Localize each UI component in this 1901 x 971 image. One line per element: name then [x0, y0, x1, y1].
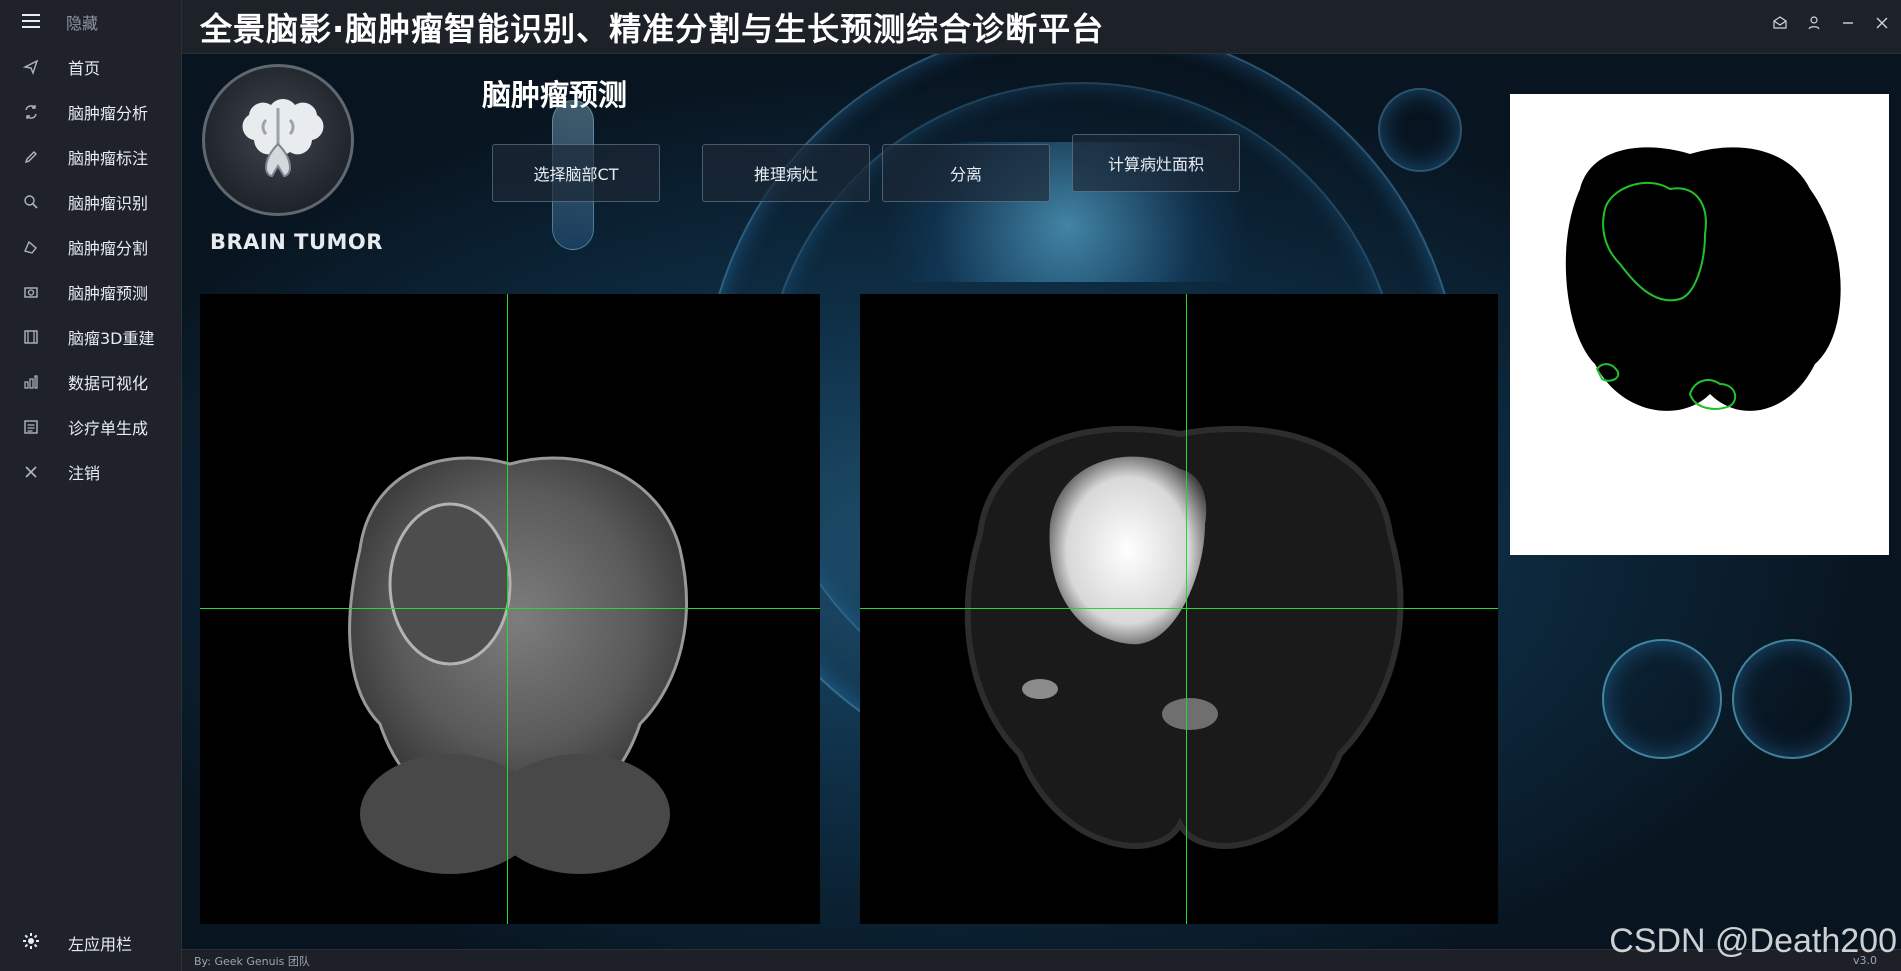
sidebar-item-home[interactable]: 首页 [0, 44, 181, 89]
decorative-ring [1378, 88, 1462, 172]
sidebar-item-label: 首页 [68, 58, 101, 78]
segmentation-preview [1510, 94, 1889, 555]
sidebar-item-3d-reconstruction[interactable]: 脑瘤3D重建 [0, 314, 181, 359]
crosshair-horizontal [860, 608, 1498, 609]
bar-chart-icon [22, 373, 40, 391]
gear-icon [22, 932, 40, 954]
prediction-image [964, 425, 1404, 849]
calculate-area-button[interactable]: 计算病灶面积 [1072, 134, 1240, 192]
watermark-text: CSDN @Death200 [1609, 922, 1897, 960]
sidebar-item-label: 脑肿瘤分割 [68, 238, 149, 258]
crosshair-vertical [507, 294, 508, 924]
credit-text: By: Geek Genuis 团队 [194, 954, 310, 968]
crosshair-horizontal [200, 608, 820, 609]
sidebar-item-label: 脑肿瘤识别 [68, 193, 149, 213]
minimize-icon[interactable] [1839, 14, 1857, 32]
sidebar-item-label: 脑瘤3D重建 [68, 328, 155, 348]
mri-viewer-left[interactable] [200, 294, 820, 924]
sidebar-item-label: 数据可视化 [68, 373, 149, 393]
segmentation-mask-image [1565, 147, 1841, 411]
refresh-icon [22, 103, 40, 121]
app-title: 全景脑影·脑肿瘤智能识别、精准分割与生长预测综合诊断平台 [200, 9, 1105, 48]
sidebar-item-annotation[interactable]: 脑肿瘤标注 [0, 134, 181, 179]
sidebar-item-label: 脑肿瘤分析 [68, 103, 149, 123]
close-icon [22, 463, 40, 481]
title-bar: 全景脑影·脑肿瘤智能识别、精准分割与生长预测综合诊断平台 [182, 0, 1901, 54]
sidebar-toggle-label: 隐藏 [66, 14, 99, 33]
logo-text: BRAIN TUMOR [210, 230, 383, 254]
send-icon [22, 58, 40, 76]
sidebar-item-report[interactable]: 诊疗单生成 [0, 404, 181, 449]
sidebar-item-recognition[interactable]: 脑肿瘤识别 [0, 179, 181, 224]
sidebar-item-label: 脑肿瘤标注 [68, 148, 149, 168]
sidebar-item-label: 脑肿瘤预测 [68, 283, 149, 303]
sidebar-item-logout[interactable]: 注销 [0, 449, 181, 494]
close-window-icon[interactable] [1873, 14, 1891, 32]
page-title: 脑肿瘤预测 [482, 78, 628, 112]
sidebar-item-prediction[interactable]: 脑肿瘤预测 [0, 269, 181, 314]
search-icon [22, 193, 40, 211]
sidebar-item-label: 诊疗单生成 [68, 418, 149, 438]
sidebar-item-segmentation[interactable]: 脑肿瘤分割 [0, 224, 181, 269]
prediction-viewer[interactable] [860, 294, 1498, 924]
decorative-ring [1602, 639, 1722, 759]
infer-lesion-button[interactable]: 推理病灶 [702, 144, 870, 202]
camera-icon [22, 283, 40, 301]
sidebar-item-visualization[interactable]: 数据可视化 [0, 359, 181, 404]
menu-icon [22, 13, 40, 32]
window-controls [1771, 14, 1891, 32]
app-logo [202, 64, 354, 216]
mri-scan-image [348, 456, 688, 874]
shape-icon [22, 238, 40, 256]
pencil-icon [22, 148, 40, 166]
sidebar: 隐藏 首页 脑肿瘤分析 脑肿瘤标注 脑肿瘤识别 脑肿瘤分割 脑肿瘤预测 脑瘤3D… [0, 0, 182, 971]
crosshair-vertical [1186, 294, 1187, 924]
select-ct-button[interactable]: 选择脑部CT [492, 144, 660, 202]
user-icon[interactable] [1805, 14, 1823, 32]
document-icon [22, 418, 40, 436]
brain-icon [242, 99, 324, 178]
sidebar-settings-label: 左应用栏 [68, 935, 133, 954]
decorative-ring [1732, 639, 1852, 759]
mail-icon[interactable] [1771, 14, 1789, 32]
main-panel: BRAIN TUMOR 脑肿瘤预测 选择脑部CT 推理病灶 分离 计算病灶面积 [182, 54, 1901, 949]
separate-button[interactable]: 分离 [882, 144, 1050, 202]
sidebar-toggle[interactable]: 隐藏 [0, 0, 181, 44]
sidebar-settings[interactable]: 左应用栏 [0, 923, 181, 963]
sidebar-item-label: 注销 [68, 463, 101, 483]
sidebar-item-analysis[interactable]: 脑肿瘤分析 [0, 89, 181, 134]
film-icon [22, 328, 40, 346]
